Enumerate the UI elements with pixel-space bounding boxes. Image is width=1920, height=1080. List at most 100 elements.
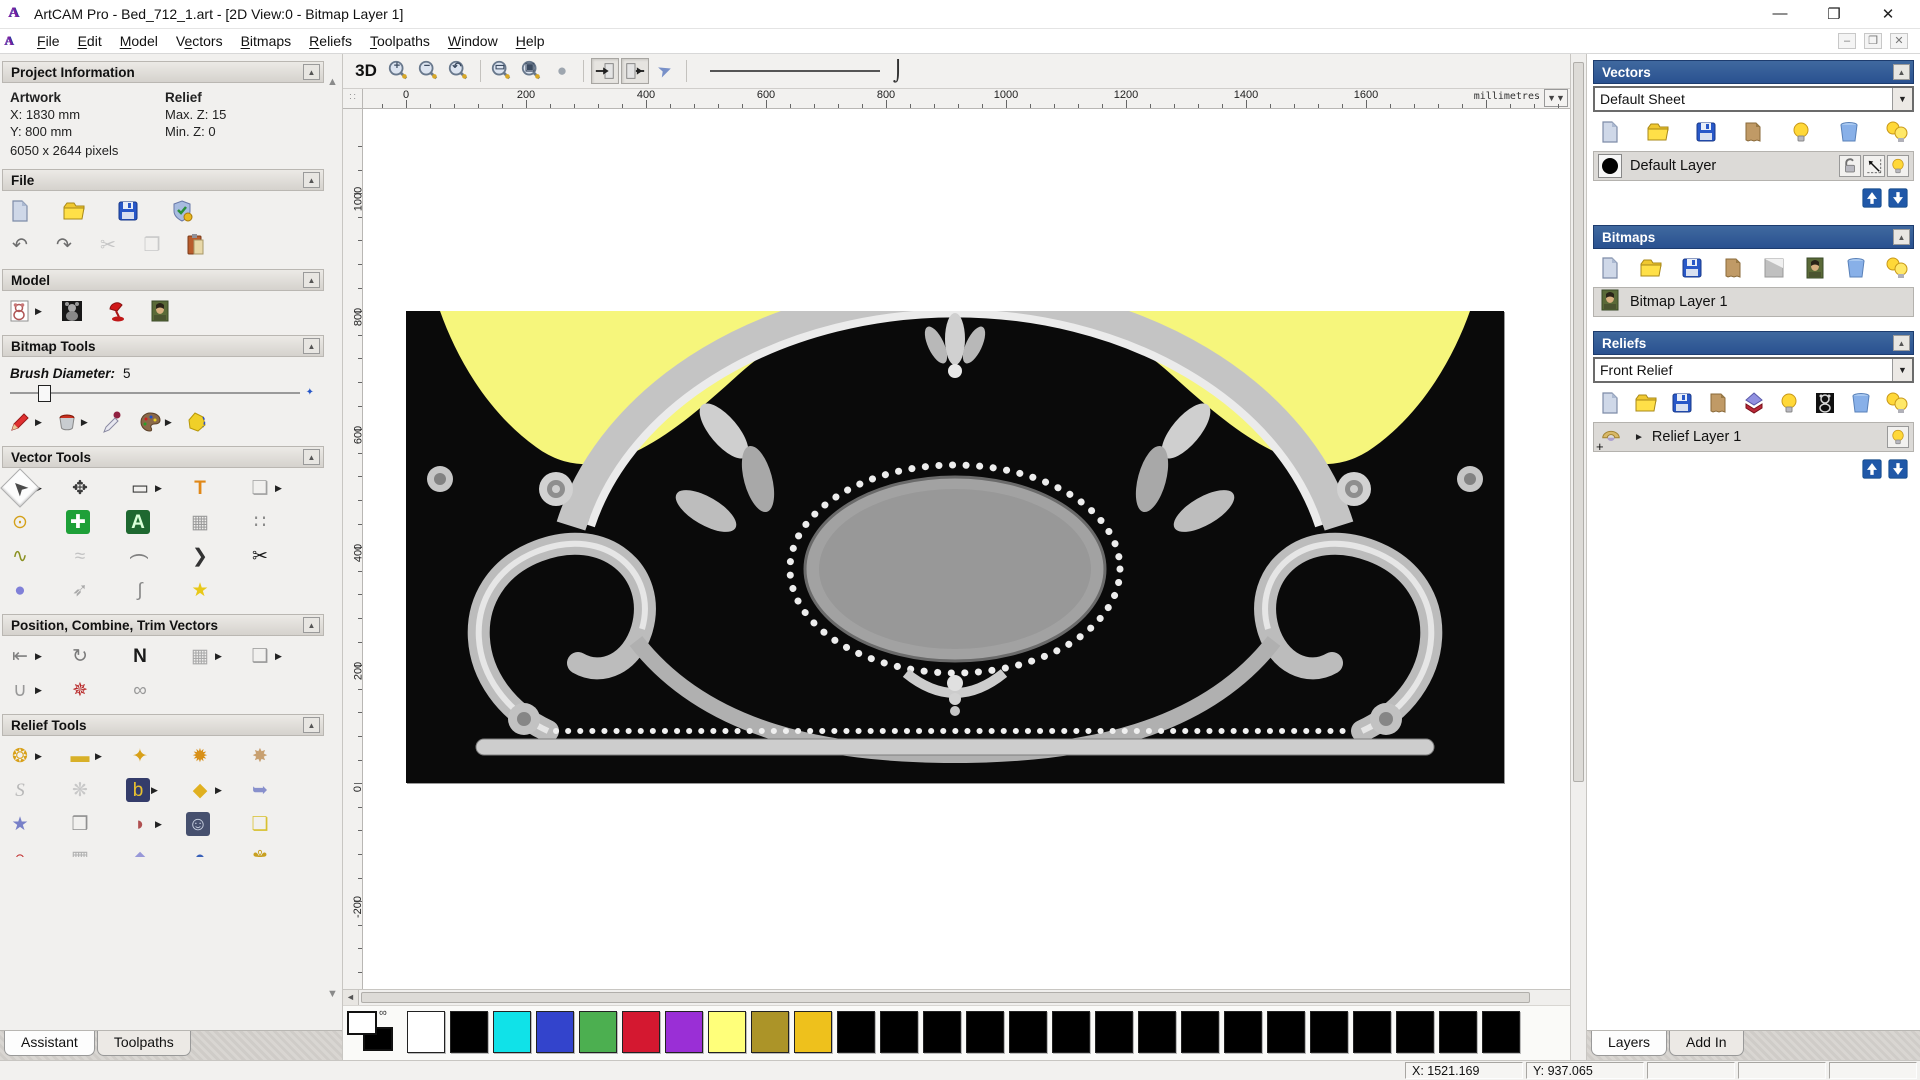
vscroll-thumb[interactable] xyxy=(1573,62,1584,782)
undo-icon[interactable]: ↶ xyxy=(6,231,34,259)
canvas-2d[interactable] xyxy=(363,109,1570,989)
sheet-selector[interactable]: Default Sheet ▼ xyxy=(1593,86,1914,112)
arc-editing-icon[interactable]: ( xyxy=(126,542,186,570)
open-relief-icon[interactable] xyxy=(1633,390,1659,416)
import-sheet-icon[interactable] xyxy=(1740,119,1766,145)
relief-artwork[interactable] xyxy=(406,311,1504,783)
colour-swatch-19[interactable] xyxy=(1224,1011,1262,1053)
colour-swatch-20[interactable] xyxy=(1267,1011,1305,1053)
emboss-relief-icon[interactable]: b ▶ xyxy=(126,778,186,802)
weld-vectors-icon[interactable]: ❑ ▶ xyxy=(246,642,306,670)
flyout-icon[interactable]: ▶ xyxy=(35,685,42,696)
primary-secondary-colours[interactable]: ∞ xyxy=(347,1007,399,1053)
text-panel-icon[interactable]: A xyxy=(126,510,186,534)
tab-add-in[interactable]: Add In xyxy=(1669,1031,1744,1056)
bitmap-to-relief-icon[interactable] xyxy=(1802,255,1828,281)
colour-swatch-0[interactable] xyxy=(407,1011,445,1053)
palette-icon[interactable]: ▶ xyxy=(136,408,172,436)
horizontal-scrollbar[interactable]: ◄ xyxy=(343,989,1570,1005)
collapse-button[interactable]: ▲ xyxy=(303,717,320,733)
merge-high-icon[interactable]: ✹ xyxy=(186,742,246,770)
relief-visibility-icon[interactable] xyxy=(1776,390,1802,416)
move-layer-down-button[interactable] xyxy=(1888,188,1908,213)
unlink-vectors-icon[interactable]: ∞ xyxy=(126,676,186,704)
import-bitmap-icon[interactable] xyxy=(1720,255,1746,281)
colour-picker-icon[interactable] xyxy=(98,408,126,436)
menu-vectors[interactable]: Vectors xyxy=(167,31,232,51)
zoom-in-button[interactable]: + xyxy=(385,58,413,84)
colour-swatch-21[interactable] xyxy=(1310,1011,1348,1053)
pan-view-button[interactable]: ➤ xyxy=(647,54,682,88)
layer-colour-swatch[interactable] xyxy=(1598,154,1622,178)
colour-swatch-13[interactable] xyxy=(966,1011,1004,1053)
mesh-creator-icon[interactable]: ▦ xyxy=(186,508,246,536)
flyout-icon[interactable]: ▶ xyxy=(275,483,282,494)
colour-swatch-11[interactable] xyxy=(880,1011,918,1053)
clear-bitmap-icon[interactable] xyxy=(1761,255,1787,281)
open-model-icon[interactable] xyxy=(60,197,88,225)
flyout-icon[interactable]: ▶ xyxy=(165,417,172,428)
snap-icon[interactable] xyxy=(1863,155,1885,177)
flyout-icon[interactable]: ▶ xyxy=(81,417,88,428)
greyscale-model-icon[interactable] xyxy=(58,297,86,325)
tab-assistant[interactable]: Assistant xyxy=(4,1031,95,1056)
merge-relief-icon[interactable]: ◆ ▶ xyxy=(186,776,246,804)
import-relief-icon[interactable] xyxy=(1705,390,1731,416)
chevron-down-icon[interactable]: ▼ xyxy=(1892,359,1912,381)
paste-icon[interactable] xyxy=(182,231,210,259)
vector-layer-row[interactable]: Default Layer xyxy=(1593,151,1914,181)
show-all-sheets-icon[interactable] xyxy=(1884,119,1910,145)
save-sheet-icon[interactable] xyxy=(1693,119,1719,145)
create-polyline-icon[interactable]: ∿ xyxy=(6,542,66,570)
vertical-scrollbar[interactable] xyxy=(1570,54,1586,1060)
relief-layer-row[interactable]: + ► Relief Layer 1 xyxy=(1593,422,1914,454)
assistant-scrollbar[interactable]: ▲ ▼ xyxy=(325,76,340,1000)
flyout-icon[interactable]: ▶ xyxy=(35,417,42,428)
new-sheet-icon[interactable] xyxy=(1597,119,1623,145)
colour-swatch-6[interactable] xyxy=(665,1011,703,1053)
show-all-bitmaps-icon[interactable] xyxy=(1884,255,1910,281)
menu-file[interactable]: File xyxy=(28,31,69,51)
collapse-button[interactable]: ▲ xyxy=(303,272,320,288)
collapse-button[interactable]: ▲ xyxy=(303,338,320,354)
open-bitmap-icon[interactable] xyxy=(1638,255,1664,281)
hscroll-track[interactable] xyxy=(359,990,1570,1005)
colour-swatch-16[interactable] xyxy=(1095,1011,1133,1053)
zoom-previous-button[interactable]: ↶ xyxy=(445,58,473,84)
colour-swatch-15[interactable] xyxy=(1052,1011,1090,1053)
bitmap-layer-row[interactable]: Bitmap Layer 1 xyxy=(1593,287,1914,317)
zoom-page-button[interactable]: ▣ xyxy=(518,58,546,84)
zoom-out-button[interactable]: − xyxy=(415,58,443,84)
scroll-up-icon[interactable]: ▲ xyxy=(327,76,338,88)
hscroll-thumb[interactable] xyxy=(361,992,1530,1003)
colour-swatch-14[interactable] xyxy=(1009,1011,1047,1053)
flower-relief-icon[interactable]: ✾ xyxy=(246,844,306,858)
add-shape-icon[interactable]: ✦ xyxy=(126,742,186,770)
move-layer-up-button[interactable] xyxy=(1862,188,1882,213)
chevron-down-icon[interactable]: ▼ xyxy=(1892,88,1912,110)
texture-relief-icon[interactable]: ● xyxy=(186,844,246,858)
flood-fill-icon[interactable]: ▶ xyxy=(52,408,88,436)
colour-swatch-3[interactable] xyxy=(536,1011,574,1053)
corner-tool-icon[interactable]: ❯ xyxy=(186,542,246,570)
delete-relief-icon[interactable] xyxy=(1848,390,1874,416)
colour-swatch-9[interactable] xyxy=(794,1011,832,1053)
measure-icon[interactable]: ⊙ xyxy=(6,508,66,536)
menu-edit[interactable]: Edit xyxy=(69,31,111,51)
view-3d-button[interactable]: 3D xyxy=(349,58,383,84)
relief-selector[interactable]: Front Relief ▼ xyxy=(1593,357,1914,383)
freehand-sketch-icon[interactable]: ≈ xyxy=(66,542,126,570)
flyout-icon[interactable]: ▶ xyxy=(35,751,42,762)
slider-track[interactable] xyxy=(10,392,300,394)
nesting-icon[interactable]: N xyxy=(126,642,186,670)
colour-swatch-18[interactable] xyxy=(1181,1011,1219,1053)
sculpt-relief-icon[interactable] xyxy=(1741,390,1767,416)
menu-window[interactable]: Window xyxy=(439,31,507,51)
save-bitmap-icon[interactable] xyxy=(1679,255,1705,281)
flyout-icon[interactable]: ▶ xyxy=(155,819,162,830)
collapse-button[interactable]: ▲ xyxy=(1893,335,1910,351)
menu-bitmaps[interactable]: Bitmaps xyxy=(232,31,301,51)
link-colours-icon[interactable]: ∞ xyxy=(379,1007,387,1019)
move-relief-up-button[interactable] xyxy=(1862,459,1882,484)
dome-relief-icon[interactable]: ◆ xyxy=(126,844,186,858)
